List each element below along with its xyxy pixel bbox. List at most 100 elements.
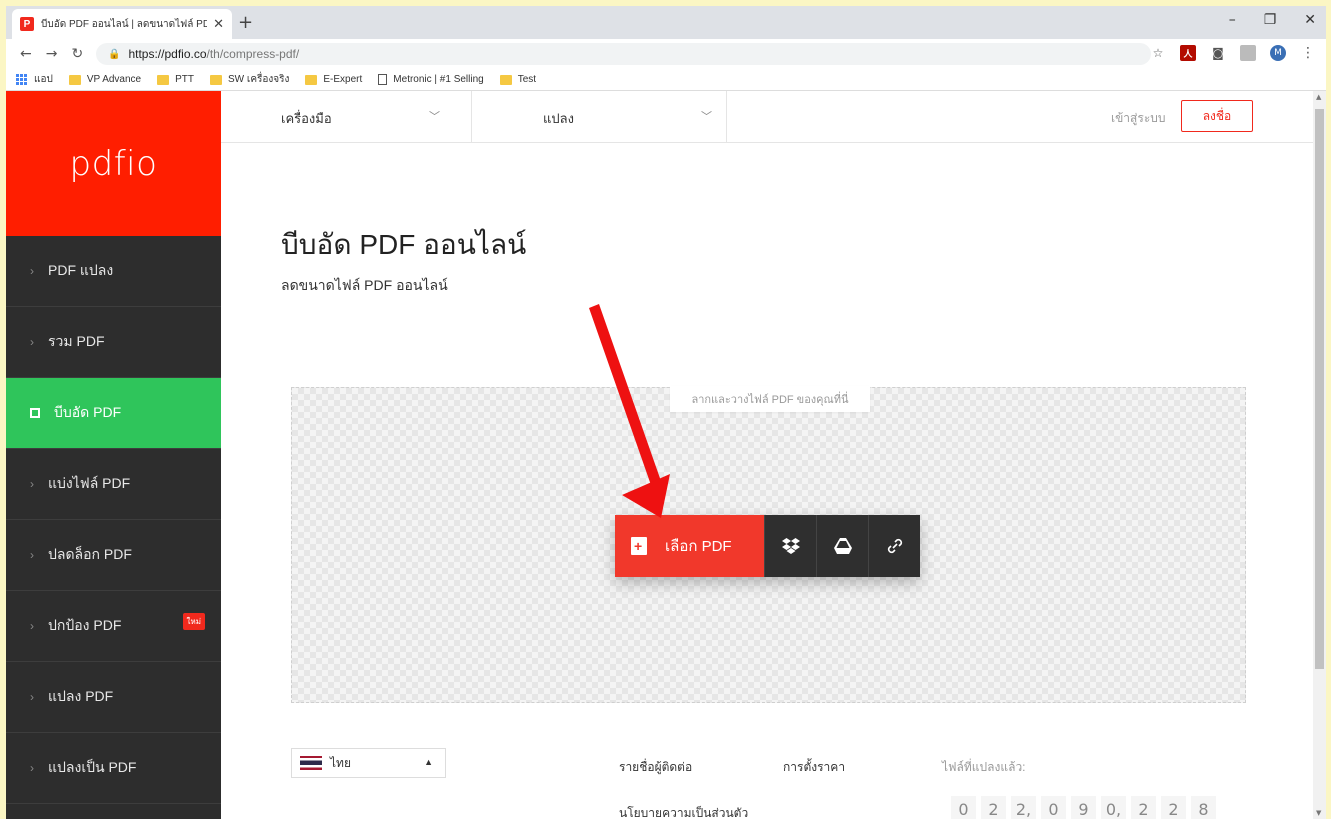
- tab-title: บีบอัด PDF ออนไลน์ | ลดขนาดไฟล์ PD: [41, 18, 208, 30]
- profile-avatar[interactable]: M: [1270, 45, 1286, 61]
- acrobat-extension-icon[interactable]: 人: [1180, 45, 1196, 61]
- extension-icons: ☆ 人 ◙ M ⋮: [1150, 45, 1316, 61]
- web-page: pdfio › PDF แปลง › รวม PDF บีบอัด PDF › แบ่งไฟ…: [6, 91, 1326, 819]
- link-icon: [887, 538, 902, 554]
- bookmark-label: PTT: [175, 74, 195, 85]
- sidebar-item-label: PDF แปลง: [48, 262, 114, 278]
- bookmark-item[interactable]: Test: [499, 74, 536, 85]
- footer-privacy-link[interactable]: นโยบายความเป็นส่วนตัว: [619, 804, 748, 819]
- footer-contacts-link[interactable]: รายชื่อผู้ติดต่อ: [619, 758, 692, 777]
- dropbox-icon: [781, 538, 800, 554]
- chevron-right-icon: ›: [30, 264, 34, 278]
- address-bar[interactable]: 🔒 https://pdfio.co/th/compress-pdf/: [96, 43, 1151, 65]
- drop-hint: ลากและวางไฟล์ PDF ของคุณที่นี่: [670, 386, 870, 412]
- square-icon: [30, 408, 40, 418]
- upload-button-group: เลือก PDF: [615, 515, 920, 577]
- url-host: https://pdfio.co: [128, 47, 207, 61]
- counter-digit: 0: [951, 796, 976, 819]
- folder-icon: [305, 74, 318, 85]
- choose-pdf-label: เลือก PDF: [665, 538, 732, 555]
- sidebar-item-label: แปลงเป็น PDF: [48, 759, 137, 775]
- sidebar-item[interactable]: › รวม PDF: [6, 307, 221, 378]
- url-link-button[interactable]: [868, 515, 920, 577]
- chevron-down-icon[interactable]: ﹀: [429, 108, 440, 124]
- google-drive-button[interactable]: [816, 515, 868, 577]
- sidebar-item[interactable]: › แปลงเป็น PDF: [6, 733, 221, 804]
- sidebar: pdfio › PDF แปลง › รวม PDF บีบอัด PDF › แบ่งไฟ…: [6, 91, 221, 819]
- bookmark-label: SW เครื่องจริง: [228, 74, 290, 85]
- forward-icon[interactable]: →: [46, 46, 58, 62]
- nav-divider: [471, 91, 472, 143]
- sidebar-item-label: ปลดล็อก PDF: [48, 546, 132, 562]
- camera-extension-icon[interactable]: ◙: [1210, 45, 1226, 61]
- sidebar-item[interactable]: › ปลดล็อก PDF: [6, 520, 221, 591]
- bookmark-item[interactable]: VP Advance: [68, 74, 141, 85]
- sidebar-item-label: บีบอัด PDF: [54, 404, 122, 420]
- sidebar-item-label: ปกป้อง PDF: [48, 617, 122, 633]
- browser-tab[interactable]: P บีบอัด PDF ออนไลน์ | ลดขนาดไฟล์ PD ✕: [12, 9, 232, 39]
- url-path: /th/compress-pdf/: [206, 47, 300, 61]
- bookmark-label: E-Expert: [323, 74, 363, 85]
- minimize-icon[interactable]: –: [1229, 12, 1236, 28]
- bookmark-star-icon[interactable]: ☆: [1150, 45, 1166, 61]
- nav-divider: [726, 91, 727, 143]
- scroll-down-icon[interactable]: ▼: [1316, 809, 1321, 817]
- bookmark-label: แอป: [34, 74, 53, 85]
- sidebar-item[interactable]: › แบ่งไฟล์ PDF: [6, 449, 221, 520]
- signup-button[interactable]: ลงชื่อ: [1181, 100, 1253, 132]
- caret-up-icon: ▲: [424, 757, 433, 767]
- chevron-down-icon[interactable]: ﹀: [701, 108, 712, 124]
- language-selector[interactable]: ไทย ▲: [291, 748, 446, 778]
- counter-digit: 9: [1071, 796, 1096, 819]
- folder-icon: [157, 74, 170, 85]
- image-extension-icon[interactable]: [1240, 45, 1256, 61]
- browser-menu-icon[interactable]: ⋮: [1300, 45, 1316, 61]
- scroll-up-icon[interactable]: ▲: [1316, 93, 1321, 101]
- bookmark-item[interactable]: Metronic | #1 Selling: [378, 74, 484, 85]
- pdfio-logo[interactable]: pdfio: [6, 91, 221, 236]
- footer-pricing-link[interactable]: การตั้งราคา: [783, 758, 845, 777]
- back-icon[interactable]: ←: [20, 46, 32, 62]
- sidebar-item[interactable]: › แปลง PDF: [6, 662, 221, 733]
- bookmark-item[interactable]: แอป: [16, 72, 53, 87]
- page-subtitle: ลดขนาดไฟล์ PDF ออนไลน์: [281, 277, 448, 293]
- new-badge: ใหม่: [182, 613, 205, 630]
- nav-tools-menu[interactable]: เครื่องมือ: [281, 108, 332, 129]
- page-scrollbar[interactable]: ▲ ▼: [1313, 91, 1326, 819]
- window-controls: – ❐ ✕: [1229, 12, 1316, 28]
- bookmark-item[interactable]: SW เครื่องจริง: [210, 72, 289, 87]
- google-drive-icon: [833, 538, 852, 554]
- counter-digit: 2: [981, 796, 1006, 819]
- new-tab-icon[interactable]: +: [238, 12, 253, 33]
- sidebar-item-label: แปลง PDF: [48, 688, 114, 704]
- bookmarks-bar: แอป VP Advance PTT SW เครื่องจริง E-Expert Me…: [6, 69, 1326, 91]
- dropbox-button[interactable]: [764, 515, 816, 577]
- file-add-icon: [631, 537, 647, 555]
- reload-icon[interactable]: ↻: [71, 46, 83, 62]
- page-icon: [378, 74, 388, 85]
- close-tab-icon[interactable]: ✕: [213, 17, 224, 32]
- thai-flag-icon: [300, 756, 322, 770]
- sidebar-item[interactable]: › PDF แปลง: [6, 236, 221, 307]
- sidebar-item[interactable]: บีบอัด PDF: [6, 378, 221, 449]
- page-title: บีบอัด PDF ออนไลน์: [281, 229, 527, 260]
- close-window-icon[interactable]: ✕: [1304, 12, 1316, 28]
- choose-pdf-button[interactable]: เลือก PDF: [615, 515, 764, 577]
- folder-icon: [68, 74, 81, 85]
- scroll-thumb[interactable]: [1315, 109, 1324, 669]
- restore-icon[interactable]: ❐: [1264, 12, 1277, 28]
- nav-convert-menu[interactable]: แปลง: [543, 108, 574, 129]
- bookmark-label: Metronic | #1 Selling: [393, 74, 484, 85]
- chevron-right-icon: ›: [30, 335, 34, 349]
- file-dropzone[interactable]: ลากและวางไฟล์ PDF ของคุณที่นี่ เลือก PDF: [291, 386, 1246, 703]
- browser-window: P บีบอัด PDF ออนไลน์ | ลดขนาดไฟล์ PD ✕ +…: [6, 6, 1326, 819]
- chevron-right-icon: ›: [30, 619, 34, 633]
- bookmark-item[interactable]: E-Expert: [305, 74, 362, 85]
- lock-icon: 🔒: [108, 48, 121, 60]
- sidebar-item[interactable]: › ปกป้อง PDF ใหม่: [6, 591, 221, 662]
- sidebar-item-label: แบ่งไฟล์ PDF: [48, 475, 131, 491]
- bookmark-item[interactable]: PTT: [157, 74, 194, 85]
- folder-icon: [499, 74, 512, 85]
- login-link[interactable]: เข้าสู่ระบบ: [1111, 109, 1166, 128]
- browser-toolbar: ← → ↻ 🔒 https://pdfio.co/th/compress-pdf…: [6, 39, 1326, 69]
